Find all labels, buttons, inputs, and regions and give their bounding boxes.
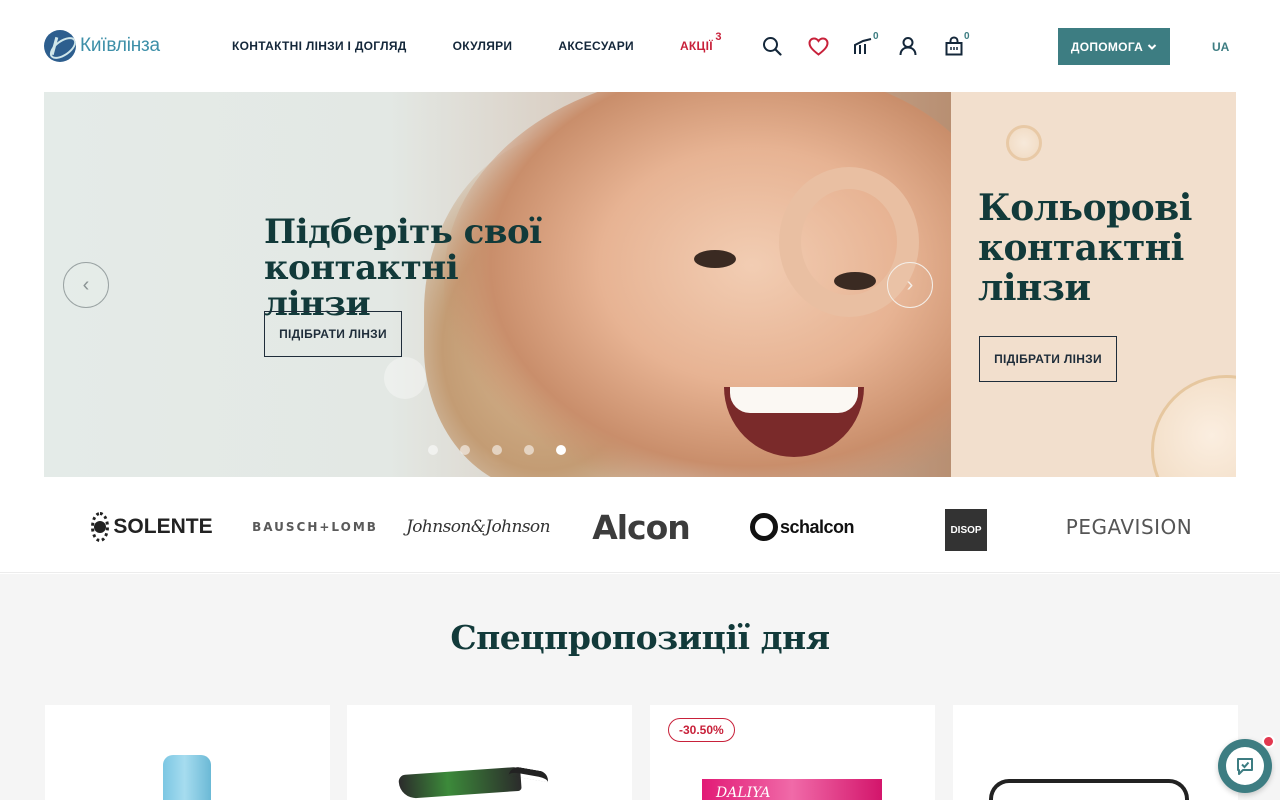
slider-dot[interactable] [460,445,470,455]
product-box-label: DALIYA [716,785,771,800]
wishlist-button[interactable] [806,34,830,58]
logo[interactable]: Київлінза [44,30,160,62]
discount-badge: -30.50% [668,718,735,742]
compare-button[interactable]: 0 [851,31,879,58]
slider-dot[interactable] [492,445,502,455]
nav-promotions[interactable]: АКЦІЇ 3 [679,31,722,53]
nav-accessories[interactable]: АКСЕСУАРИ [558,39,634,53]
product-card[interactable] [347,705,632,800]
compare-icon [854,38,872,54]
sun-icon [91,512,110,542]
brand-pegavision[interactable]: PEGAVISION [1066,507,1192,547]
brand-johnson-johnson[interactable]: Johnson&Johnson [406,507,550,547]
product-card[interactable]: -30.50% DALIYA [650,705,935,800]
bokeh-decoration [384,357,426,399]
slider-dot-active[interactable] [556,445,566,455]
site-header: Київлінза КОНТАКТНІ ЛІНЗИ І ДОГЛЯД ОКУЛЯ… [0,0,1280,92]
search-button[interactable] [760,34,784,58]
brand-alcon[interactable]: Alcon [581,507,701,547]
hero-eye-shape [694,250,736,268]
brands-strip: SOLENTE BAUSCH+LOMB Johnson&Johnson Alco… [0,477,1280,573]
heart-icon [807,36,829,56]
hero-cta-button[interactable]: ПІДІБРАТИ ЛІНЗИ [264,311,402,357]
nav-promotions-label: АКЦІЇ [679,39,713,53]
slider-next-button[interactable]: › [887,262,933,308]
slider-dot[interactable] [524,445,534,455]
special-offers-title: Спецпропозиції дня [450,618,830,657]
hero-title: Підберіть свої контактні лінзи [264,212,542,324]
slider-dot[interactable] [428,445,438,455]
side-promo-banner: Кольорові контактні лінзи ПІДІБРАТИ ЛІНЗ… [951,92,1236,477]
help-label: ДОПОМОГА [1070,39,1144,54]
chevron-down-icon [1147,43,1157,50]
cart-icon [945,36,963,56]
product-card[interactable] [953,705,1238,800]
brand-solente[interactable]: SOLENTE [91,507,213,547]
product-image [989,779,1189,800]
lens-decoration [1006,125,1042,161]
brand-disop[interactable]: DISOP [945,509,987,551]
schalcon-ring-icon [749,513,778,541]
chat-widget-button[interactable] [1218,739,1272,793]
main-nav: КОНТАКТНІ ЛІНЗИ І ДОГЛЯД ОКУЛЯРИ АКСЕСУА… [232,31,722,53]
cart-count: 0 [964,31,970,42]
user-icon [899,37,917,56]
search-icon [763,37,782,56]
help-dropdown-button[interactable]: ДОПОМОГА [1058,28,1170,65]
product-card[interactable] [45,705,330,800]
chat-notification-dot [1262,735,1275,748]
side-promo-title: Кольорові контактні лінзи [978,187,1192,309]
logo-icon [44,30,76,62]
cart-button[interactable]: 0 [942,31,970,58]
brand-schalcon-label: schalcon [779,516,855,537]
hero-slider: Підберіть свої контактні лінзи ПІДІБРАТИ… [44,92,951,477]
side-promo-button[interactable]: ПІДІБРАТИ ЛІНЗИ [979,336,1117,382]
product-image: DALIYA [702,779,882,800]
promo-count-badge: 3 [715,31,722,43]
language-switcher[interactable]: UA [1212,40,1229,54]
compare-count: 0 [873,31,879,42]
brand-schalcon[interactable]: schalcon [745,507,859,547]
nav-glasses[interactable]: ОКУЛЯРИ [453,39,513,53]
slider-prev-button[interactable]: ‹ [63,262,109,308]
brand-bausch-lomb[interactable]: BAUSCH+LOMB [252,507,376,547]
slider-dots [428,445,566,455]
product-image [163,755,211,800]
chat-icon [1237,758,1253,775]
logo-text: Київлінза [80,35,160,56]
chevron-right-icon: › [906,273,914,296]
account-button[interactable] [896,34,920,58]
lens-decoration [1151,375,1236,477]
chat-bubble [1226,747,1264,785]
product-image [398,766,522,800]
chevron-left-icon: ‹ [82,273,90,296]
brand-solente-label: SOLENTE [113,515,213,538]
nav-contact-lenses[interactable]: КОНТАКТНІ ЛІНЗИ І ДОГЛЯД [232,39,407,53]
special-offers-section: Спецпропозиції дня -30.50% DALIYA [0,574,1280,800]
